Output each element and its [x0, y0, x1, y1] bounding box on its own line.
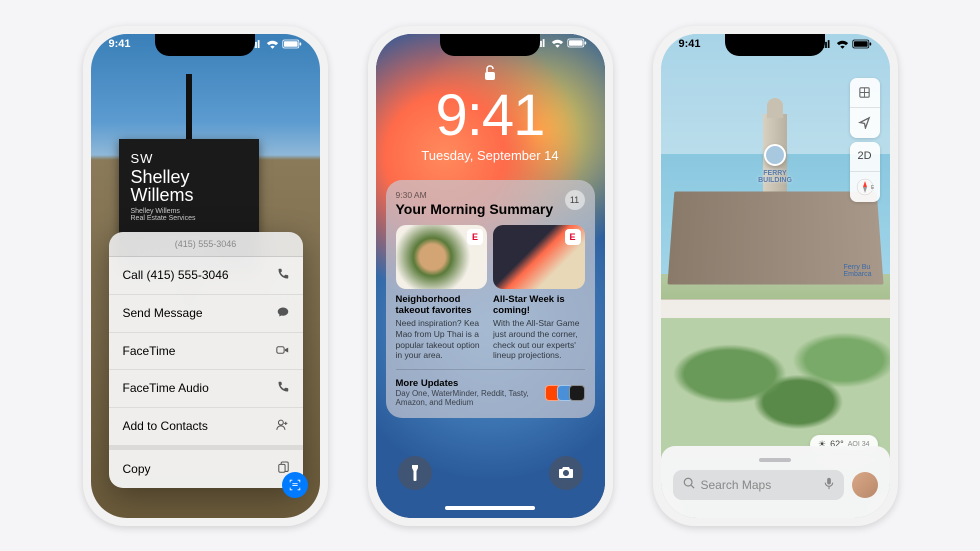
- ctx-facetime[interactable]: FaceTime: [109, 333, 303, 370]
- sign-name: Shelley Willems: [131, 168, 247, 206]
- summary-image: E: [396, 225, 488, 289]
- summary-more[interactable]: More Updates Day One, WaterMinder, Reddi…: [396, 369, 585, 408]
- status-time: 9:41: [109, 38, 131, 50]
- status-indicators: [249, 38, 302, 50]
- home-indicator[interactable]: [445, 506, 535, 510]
- lock-time: 9:41: [376, 82, 605, 149]
- camera-button[interactable]: [549, 456, 583, 490]
- phone-icon: [277, 381, 289, 396]
- summary-card-1[interactable]: E Neighborhood takeout favorites Need in…: [396, 225, 488, 361]
- ctx-message[interactable]: Send Message: [109, 295, 303, 333]
- map-compass-button[interactable]: E: [850, 172, 880, 202]
- ctx-header: (415) 555-3046: [109, 232, 303, 257]
- svg-text:E: E: [871, 185, 874, 191]
- avatar[interactable]: [852, 472, 878, 498]
- message-icon: [277, 306, 289, 321]
- map-location-button[interactable]: [850, 108, 880, 138]
- search-sheet[interactable]: Search Maps: [661, 446, 890, 518]
- notch: [155, 34, 255, 56]
- search-icon: [683, 477, 695, 492]
- map-2d-button[interactable]: 2D: [850, 142, 880, 172]
- live-text-button[interactable]: [282, 472, 308, 498]
- ctx-copy[interactable]: Copy: [109, 446, 303, 488]
- sign-logo: SW: [131, 151, 247, 166]
- phone-maps: 9:41 FERRY BUILDING Ferry Bu Embarca: [653, 26, 898, 526]
- notch: [440, 34, 540, 56]
- landmark-pin[interactable]: [764, 144, 786, 166]
- map-info-button[interactable]: [850, 78, 880, 108]
- mic-icon[interactable]: [824, 477, 834, 493]
- search-input[interactable]: Search Maps: [673, 470, 844, 500]
- more-app-icons: [549, 385, 585, 401]
- status-indicators: [819, 38, 872, 50]
- app-icon: E: [565, 229, 581, 245]
- landmark-label: FERRY BUILDING: [758, 170, 792, 184]
- summary-timestamp: 9:30 AM: [396, 190, 585, 200]
- sheet-grabber[interactable]: [759, 458, 791, 462]
- video-icon: [276, 344, 289, 358]
- flashlight-button[interactable]: [398, 456, 432, 490]
- phone-lock-screen: 9:41 Tuesday, September 14 9:30 AM Your …: [368, 26, 613, 526]
- person-add-icon: [276, 419, 289, 434]
- summary-image: E: [493, 225, 585, 289]
- summary-count: 11: [565, 190, 585, 210]
- app-icon: E: [467, 229, 483, 245]
- status-indicators: [534, 38, 587, 48]
- status-time: 9:41: [679, 38, 701, 50]
- summary-card-2[interactable]: E All-Star Week is coming! With the All-…: [493, 225, 585, 361]
- phone-icon: [277, 268, 289, 283]
- notification-summary[interactable]: 9:30 AM Your Morning Summary 11 E Neighb…: [386, 180, 595, 418]
- street-label: Ferry Bu Embarca: [843, 264, 871, 278]
- phone-live-text: 9:41 SW Shelley Willems Shelley Willems …: [83, 26, 328, 526]
- ctx-add-contact[interactable]: Add to Contacts: [109, 408, 303, 446]
- ctx-facetime-audio[interactable]: FaceTime Audio: [109, 370, 303, 408]
- notch: [725, 34, 825, 56]
- sign-service: Shelley Willems Real Estate Services: [131, 208, 247, 222]
- ctx-call[interactable]: Call (415) 555-3046: [109, 257, 303, 295]
- summary-title: Your Morning Summary: [396, 201, 585, 217]
- context-menu: (415) 555-3046 Call (415) 555-3046 Send …: [109, 232, 303, 488]
- map-canvas[interactable]: FERRY BUILDING Ferry Bu Embarca 2D E ☀ 6…: [661, 34, 890, 518]
- lock-date: Tuesday, September 14: [376, 148, 605, 163]
